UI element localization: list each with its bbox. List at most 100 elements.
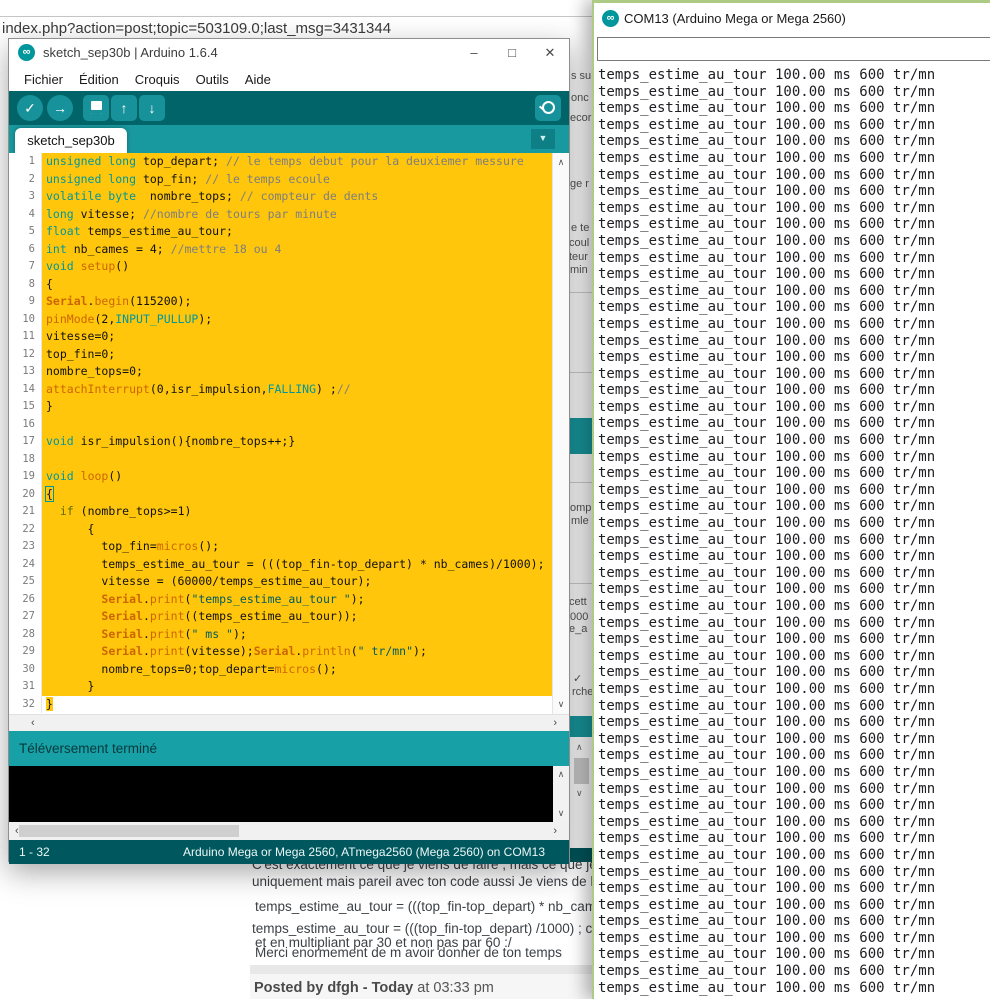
serial-titlebar[interactable]: ∞ COM13 (Arduino Mega or Mega 2560) — [594, 3, 990, 35]
scroll-left-icon[interactable]: ‹ — [31, 716, 35, 730]
serial-output-line: temps_estime_au_tour 100.00 ms 600 tr/mn — [598, 166, 936, 183]
bg-teal-button — [568, 716, 594, 737]
console-vertical-scrollbar[interactable]: ∧ ∨ — [553, 766, 569, 822]
bg-text-fragment: rche — [572, 686, 594, 698]
line-number: 1 — [9, 153, 42, 171]
close-button[interactable]: ✕ — [533, 39, 567, 67]
window-title: sketch_sep30b | Arduino 1.6.4 — [43, 45, 218, 60]
tab-sketch[interactable]: sketch_sep30b — [15, 128, 127, 153]
serial-output-line: temps_estime_au_tour 100.00 ms 600 tr/mn — [598, 332, 936, 349]
line-number: 26 — [9, 590, 42, 608]
line-number: 22 — [9, 520, 42, 538]
verify-button[interactable]: ✓ — [17, 95, 43, 121]
serial-output-line: temps_estime_au_tour 100.00 ms 600 tr/mn — [598, 199, 936, 216]
scroll-down-icon[interactable]: ∨ — [553, 699, 569, 710]
code-line: 21 if (nombre_tops>=1) — [9, 503, 569, 521]
serial-output-line: temps_estime_au_tour 100.00 ms 600 tr/mn — [598, 116, 936, 133]
serial-output-line: temps_estime_au_tour 100.00 ms 600 tr/mn — [598, 133, 936, 150]
line-number: 30 — [9, 660, 42, 678]
code-editor[interactable]: 1 unsigned long top_depart; // le temps d… — [9, 153, 569, 714]
code-line: 19 void loop() — [9, 468, 569, 486]
code-line: 8{ — [9, 275, 569, 293]
new-sketch-button[interactable] — [83, 95, 109, 121]
bg-text-fragment: ge r — [570, 178, 589, 190]
minimize-button[interactable]: – — [457, 39, 491, 67]
line-number: 20 — [9, 485, 42, 503]
line-number: 7 — [9, 258, 42, 276]
serial-output-line: temps_estime_au_tour 100.00 ms 600 tr/mn — [598, 813, 936, 830]
bg-scroll-up-icon: ∧ — [576, 742, 583, 752]
code-lines: 1 unsigned long top_depart; // le temps d… — [9, 153, 569, 713]
scroll-up-icon[interactable]: ∧ — [553, 157, 569, 168]
line-number: 31 — [9, 678, 42, 696]
document-icon — [90, 101, 102, 114]
menu-edition[interactable]: Édition — [72, 70, 126, 89]
serial-output-line: temps_estime_au_tour 100.00 ms 600 tr/mn — [598, 282, 936, 299]
code-vertical-scrollbar[interactable]: ∧ ∨ — [552, 153, 569, 714]
menu-outils[interactable]: Outils — [189, 70, 236, 89]
code-line: 28 Serial.print(" ms "); — [9, 625, 569, 643]
code-line: 27 Serial.print((temps_estime_au_tour)); — [9, 608, 569, 626]
serial-output-line: temps_estime_au_tour 100.00 ms 600 tr/mn — [598, 979, 936, 996]
ide-toolbar: ✓ → ↑ ↓ — [9, 91, 569, 125]
serial-monitor-button[interactable] — [535, 95, 561, 121]
serial-output-line: temps_estime_au_tour 100.00 ms 600 tr/mn — [598, 664, 936, 681]
line-number: 10 — [9, 310, 42, 328]
menu-fichier[interactable]: Fichier — [17, 70, 70, 89]
code-line: 10 pinMode(2,INPUT_PULLUP); — [9, 310, 569, 328]
line-number: 15 — [9, 398, 42, 416]
forum-post-line: uniquement mais pareil avec ton code aus… — [252, 874, 646, 889]
serial-output-line: temps_estime_au_tour 100.00 ms 600 tr/mn — [598, 183, 936, 200]
code-horizontal-scrollbar[interactable]: ‹ › — [9, 714, 569, 731]
posted-by-text: Posted by dfgh - Today at 03:33 pm — [254, 980, 494, 996]
line-number: 25 — [9, 573, 42, 591]
line-number: 18 — [9, 450, 42, 468]
code-line: 23 top_fin=micros(); — [9, 538, 569, 556]
scroll-thumb[interactable] — [19, 825, 239, 837]
code-line: 26 Serial.print("temps_estime_au_tour ")… — [9, 590, 569, 608]
forum-post-line: temps_estime_au_tour = (((top_fin-top_de… — [255, 899, 649, 914]
upload-button[interactable]: → — [47, 95, 73, 121]
line-number: 28 — [9, 625, 42, 643]
code-line: 3 volatile byte nombre_tops; // compteur … — [9, 188, 569, 206]
arduino-logo-icon: ∞ — [602, 10, 619, 27]
posted-by-author: Posted by dfgh - Today — [254, 980, 414, 996]
line-number: 32 — [9, 695, 42, 713]
bg-text-fragment: ✓ — [573, 673, 583, 685]
tab-dropdown-button[interactable]: ▼ — [531, 129, 555, 149]
serial-output-line: temps_estime_au_tour 100.00 ms 600 tr/mn — [598, 365, 936, 382]
scroll-right-icon[interactable]: › — [553, 716, 557, 730]
scroll-down-icon[interactable]: ∨ — [553, 808, 569, 819]
line-number: 13 — [9, 363, 42, 381]
menu-croquis[interactable]: Croquis — [128, 70, 187, 89]
bg-text-fragment: coul — [569, 237, 590, 249]
ide-titlebar[interactable]: ∞ sketch_sep30b | Arduino 1.6.4 – □ ✕ — [9, 39, 569, 67]
serial-output-line: temps_estime_au_tour 100.00 ms 600 tr/mn — [598, 266, 936, 283]
bg-text-fragment: mle — [571, 515, 589, 527]
serial-output-line: temps_estime_au_tour 100.00 ms 600 tr/mn — [598, 631, 936, 648]
bg-text-fragment: e te — [571, 222, 590, 234]
maximize-button[interactable]: □ — [495, 39, 529, 67]
ide-tabbar: sketch_sep30b ▼ — [9, 125, 569, 153]
open-sketch-button[interactable]: ↑ — [111, 95, 137, 121]
serial-output-line: temps_estime_au_tour 100.00 ms 600 tr/mn — [598, 67, 936, 83]
line-number: 2 — [9, 170, 42, 188]
menu-aide[interactable]: Aide — [238, 70, 278, 89]
code-line: 12 top_fin=0; — [9, 345, 569, 363]
scroll-up-icon[interactable]: ∧ — [553, 769, 569, 780]
line-range-indicator: 1 - 32 — [19, 845, 50, 859]
arduino-ide-window: ∞ sketch_sep30b | Arduino 1.6.4 – □ ✕ Fi… — [8, 38, 570, 864]
serial-output-line: temps_estime_au_tour 100.00 ms 600 tr/mn — [598, 946, 936, 963]
serial-output-line: temps_estime_au_tour 100.00 ms 600 tr/mn — [598, 349, 936, 366]
serial-output-line: temps_estime_au_tour 100.00 ms 600 tr/mn — [598, 598, 936, 614]
scroll-right-icon[interactable]: › — [553, 824, 557, 838]
serial-send-input[interactable] — [597, 37, 990, 61]
line-number: 6 — [9, 240, 42, 258]
serial-output-line: temps_estime_au_tour 100.00 ms 600 tr/mn — [598, 846, 936, 863]
code-line: 18 — [9, 450, 569, 468]
bg-scroll-down-icon: ∨ — [576, 788, 583, 798]
forum-post-line: temps_estime_au_tour = (((top_fin-top_de… — [252, 921, 649, 936]
serial-output-line: temps_estime_au_tour 100.00 ms 600 tr/mn — [598, 963, 936, 980]
console-horizontal-scrollbar[interactable]: ‹ › — [9, 822, 569, 840]
save-sketch-button[interactable]: ↓ — [139, 95, 165, 121]
